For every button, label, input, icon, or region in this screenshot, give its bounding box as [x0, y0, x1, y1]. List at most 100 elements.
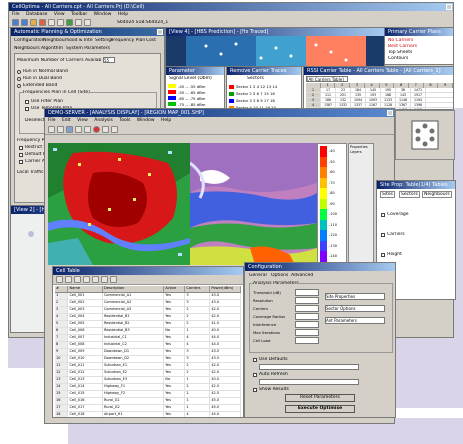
carrier-option-1[interactable]: Best Carriers — [388, 44, 417, 49]
cell-table-row[interactable]: 13 Cell_013 Suburban_E3 No 1 40.0 — [55, 377, 241, 384]
site-properties-field[interactable]: Site Properties — [325, 293, 385, 300]
compass-icon[interactable] — [396, 111, 454, 159]
refresh-icon[interactable] — [66, 19, 73, 26]
grid-icon[interactable] — [102, 125, 109, 133]
config-param-input[interactable] — [295, 328, 319, 336]
zoom-out-icon[interactable] — [21, 19, 28, 26]
config-param-row[interactable]: Resolution — [253, 296, 323, 304]
tab-configuration[interactable]: Configuration — [14, 38, 45, 43]
draw-icon[interactable] — [84, 125, 91, 133]
tab-neighbourhood[interactable]: Neighbourhood & Interconn — [43, 38, 93, 43]
menu-database[interactable]: Database — [26, 12, 47, 17]
terrain-map[interactable] — [190, 143, 317, 265]
dual-band-radio[interactable] — [17, 77, 21, 81]
subtab-neighbours[interactable]: Neighbours — [14, 46, 40, 51]
front-menu-help[interactable]: Help — [161, 118, 171, 123]
default-params-check[interactable] — [19, 153, 23, 157]
config-tab-general[interactable]: General — [249, 273, 267, 278]
tab-frequency-planning[interactable]: Frequency Planning — [111, 38, 145, 43]
measure-icon[interactable] — [57, 19, 64, 26]
properties-label[interactable]: Properties — [350, 145, 368, 149]
menu-toolbar[interactable]: Toolbar — [71, 12, 87, 17]
table-dropdown[interactable]: [All Carriers Table] — [306, 76, 348, 82]
open-icon[interactable] — [48, 125, 55, 133]
select-icon[interactable] — [75, 125, 82, 133]
filter-plan-check[interactable] — [25, 100, 29, 104]
site-tab-neighbours[interactable]: Neighbours — [422, 191, 452, 198]
deselect-label[interactable]: Deselect — [25, 118, 45, 123]
config-tab-advanced[interactable]: Advanced — [291, 273, 313, 278]
land-use-map[interactable] — [48, 143, 190, 265]
subtab-system-parameters[interactable]: System Parameters — [66, 46, 110, 51]
cell-table-row[interactable]: 6 Cell_006 Residential_B3 No 1 40.0 — [55, 328, 241, 335]
normal-band-radio[interactable] — [17, 70, 21, 74]
menu-view[interactable]: View — [54, 12, 65, 17]
front-menu-window[interactable]: Window — [137, 118, 155, 123]
cell-table-row[interactable]: 4 Cell_004 Residential_B1 Yes 2 42.0 — [55, 314, 241, 321]
first-icon[interactable] — [56, 276, 63, 283]
cell-table-row[interactable]: 5 Cell_005 Residential_B2 Yes 2 41.5 — [55, 321, 241, 328]
cell-table-header-cell[interactable]: Carriers — [185, 286, 211, 292]
config-param-input[interactable] — [295, 336, 319, 344]
config-param-input[interactable] — [295, 296, 319, 304]
last-icon[interactable] — [83, 276, 90, 283]
refresh-field[interactable] — [259, 379, 359, 385]
execute-optimise-button[interactable]: Execute Optimise — [285, 405, 355, 413]
carrier-option-3[interactable]: Contours — [388, 56, 408, 61]
cell-table-header-cell[interactable]: Name — [68, 286, 103, 292]
front-menu-analysis[interactable]: Analysis — [94, 118, 113, 123]
save-icon[interactable] — [57, 125, 64, 133]
config-param-input[interactable] — [295, 320, 319, 328]
sector-icon[interactable] — [48, 19, 55, 26]
template-plan-check[interactable] — [25, 107, 29, 111]
cell-table-row[interactable]: 12 Cell_012 Suburban_E2 Yes 2 42.0 — [55, 370, 241, 377]
cell-table-row[interactable]: 10 Cell_010 Downtown_D2 Yes 3 43.5 — [55, 356, 241, 363]
filter-icon[interactable] — [110, 276, 117, 283]
print-icon[interactable] — [75, 19, 82, 26]
defaults-field[interactable] — [259, 364, 359, 370]
extended-band-radio[interactable] — [17, 84, 21, 88]
reset-parameters-button[interactable]: Reset Parameters — [285, 394, 355, 402]
close-icon[interactable] — [157, 29, 163, 35]
site-tab-sites[interactable]: Sites — [380, 191, 395, 198]
menu-window[interactable]: Window — [94, 12, 112, 17]
height-check[interactable] — [381, 253, 385, 257]
front-menu-file[interactable]: File — [48, 118, 56, 123]
config-param-row[interactable]: Cell Load — [253, 336, 323, 344]
cell-table-header-cell[interactable]: Active — [164, 286, 186, 292]
delete-row-icon[interactable] — [101, 276, 108, 283]
coverage-check[interactable] — [381, 213, 385, 217]
restrict-check[interactable] — [19, 146, 23, 150]
cell-table-row[interactable]: 2 Cell_002 Commercial_A2 Yes 3 43.0 — [55, 300, 241, 307]
cell-table-row[interactable]: 9 Cell_009 Downtown_D1 Yes 3 43.5 — [55, 349, 241, 356]
cell-table-row[interactable]: 18 Cell_018 Airport_H1 Yes 4 44.0 — [55, 412, 241, 417]
config-param-input[interactable] — [295, 288, 319, 296]
cell-table-row[interactable]: 17 Cell_017 Rural_G2 Yes 1 45.0 — [55, 405, 241, 412]
config-param-row[interactable]: Max Iterations — [253, 328, 323, 336]
close-icon[interactable] — [446, 4, 452, 10]
cell-table-row[interactable]: 8 Cell_008 Industrial_C2 Yes 4 44.0 — [55, 342, 241, 349]
cell-table-row[interactable]: 16 Cell_016 Rural_G1 Yes 1 45.0 — [55, 398, 241, 405]
sector-row[interactable]: Sector 3 3 8 9 17 18 — [229, 97, 301, 104]
site-picker[interactable]: S64024 S1B:S64024_1 — [117, 20, 177, 25]
subtab-algorithm[interactable]: Algorithm — [41, 46, 63, 51]
menu-help[interactable]: Help — [118, 12, 128, 17]
site-tab-sectors[interactable]: Sectors — [399, 191, 420, 198]
carriers-check[interactable] — [381, 233, 385, 237]
config-tab-options[interactable]: Options — [271, 273, 288, 278]
zoom-icon[interactable] — [66, 125, 73, 133]
cell-table-header-cell[interactable]: Description — [103, 286, 165, 292]
view4-coverage-map[interactable] — [166, 36, 384, 67]
close-icon[interactable] — [387, 110, 393, 116]
carrier-option-0[interactable]: No Carriers — [388, 38, 413, 43]
show-results-check[interactable] — [253, 388, 257, 392]
site-icon[interactable] — [39, 19, 46, 26]
use-defaults-check[interactable] — [253, 358, 257, 362]
config-param-input[interactable] — [295, 312, 319, 320]
auto-refresh-check[interactable] — [253, 373, 257, 377]
carrier-alloc-check[interactable] — [19, 160, 23, 164]
config-param-input[interactable] — [295, 304, 319, 312]
max-carriers-input[interactable]: 55 — [103, 57, 115, 63]
zoom-in-icon[interactable] — [12, 19, 19, 26]
sector-options-field[interactable]: Sector Options — [325, 305, 385, 312]
